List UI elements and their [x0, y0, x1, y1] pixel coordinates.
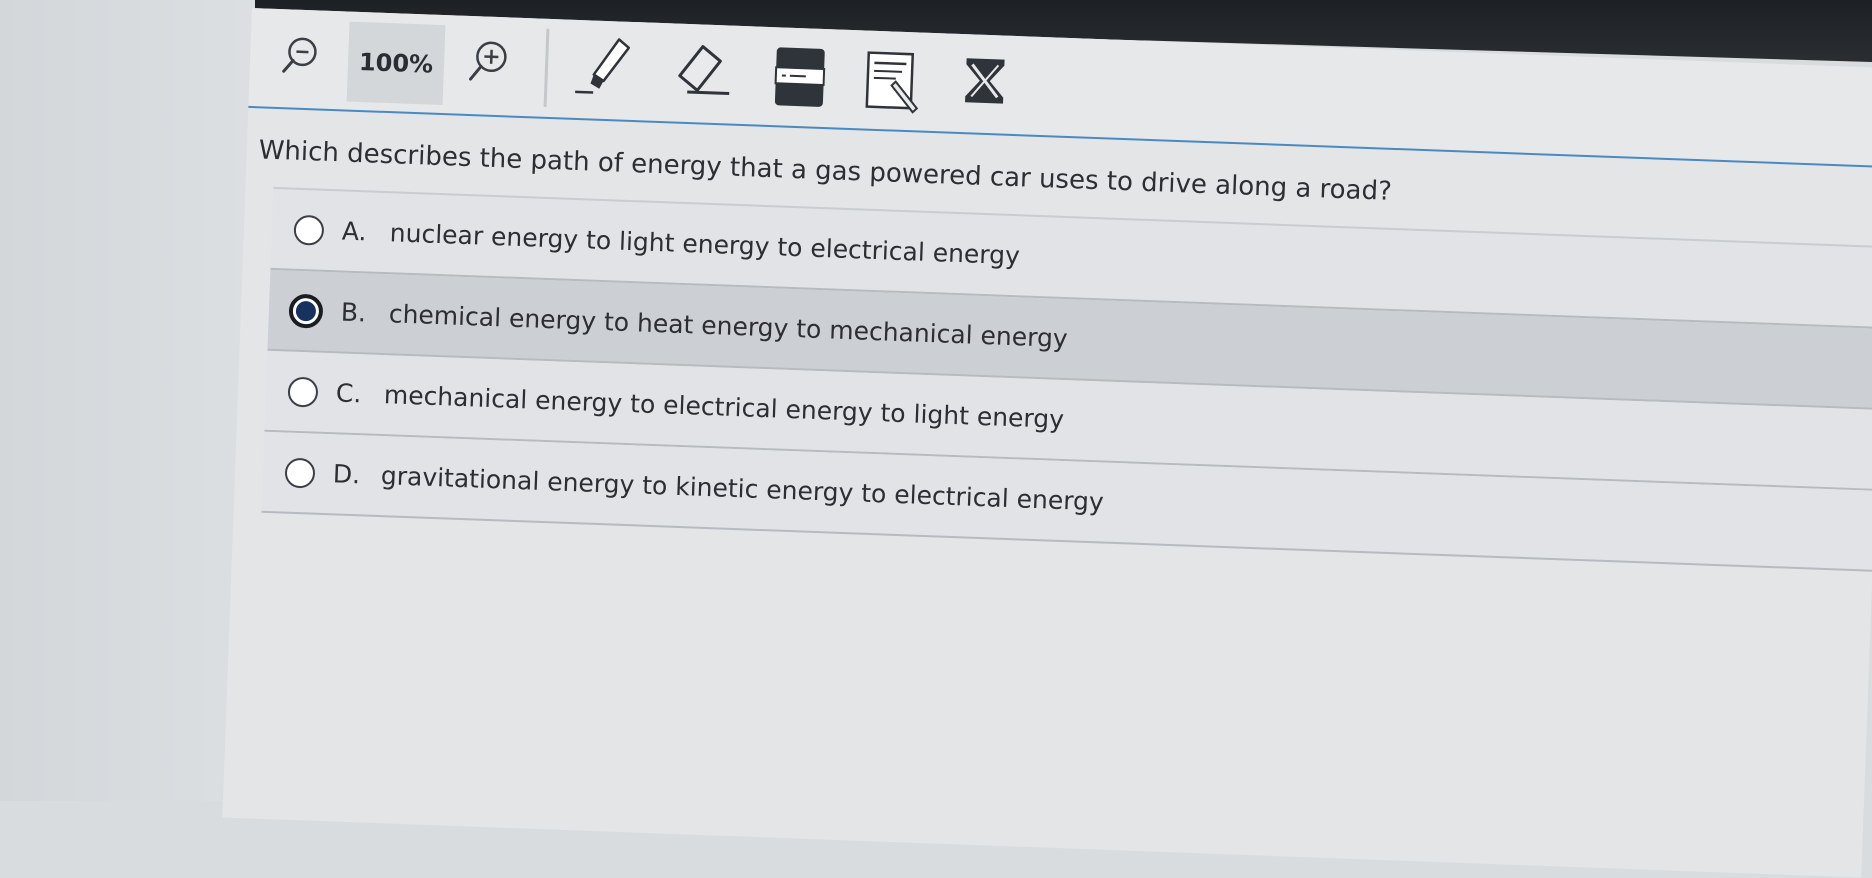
answer-options: A. nuclear energy to light energy to ele… — [262, 187, 1872, 572]
radio-button[interactable] — [287, 376, 318, 407]
option-letter: A. — [341, 216, 382, 246]
zoom-out-icon — [277, 33, 323, 79]
option-letter: B. — [340, 297, 381, 327]
answer-masking-button[interactable] — [959, 52, 1011, 110]
option-text: nuclear energy to light energy to electr… — [389, 218, 1020, 270]
line-reader-button[interactable] — [771, 41, 830, 113]
left-margin — [0, 0, 255, 801]
line-reader-icon — [771, 41, 830, 113]
option-letter: D. — [332, 459, 373, 489]
radio-button[interactable] — [293, 214, 324, 245]
zoom-in-button[interactable] — [463, 36, 513, 88]
zoom-out-button[interactable] — [277, 33, 323, 79]
highlighter-icon — [569, 30, 644, 109]
radio-selected-dot — [296, 300, 317, 321]
option-text: chemical energy to heat energy to mechan… — [388, 299, 1068, 353]
option-text: mechanical energy to electrical energy t… — [383, 380, 1064, 434]
answer-masking-icon — [959, 52, 1011, 110]
eraser-button[interactable] — [667, 37, 742, 112]
test-app: 100% — [222, 8, 1872, 878]
zoom-in-icon — [463, 36, 513, 88]
option-text: gravitational energy to kinetic energy t… — [380, 461, 1104, 516]
zoom-level: 100% — [347, 22, 446, 105]
notepad-button[interactable] — [860, 46, 925, 118]
notepad-icon — [860, 46, 925, 118]
option-letter: C. — [335, 378, 376, 408]
radio-button-selected[interactable] — [288, 293, 323, 328]
highlighter-button[interactable] — [569, 30, 644, 109]
radio-button[interactable] — [284, 457, 315, 488]
eraser-icon — [667, 37, 742, 112]
toolbar-divider — [544, 29, 550, 107]
